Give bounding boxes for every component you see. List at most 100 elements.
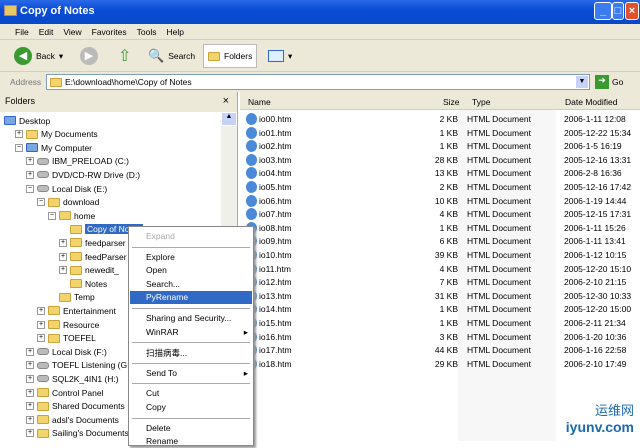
context-menu-item[interactable]: Send To ▸ [130, 367, 252, 380]
expand-icon[interactable]: + [37, 306, 45, 315]
menu-favorites[interactable]: Favorites [87, 24, 132, 37]
go-button[interactable]: ➜ Go [595, 75, 623, 89]
views-button[interactable]: ▾ [268, 44, 292, 68]
tree-item[interactable]: + Local Disk (F:) [26, 345, 107, 358]
context-menu-item[interactable]: Open [130, 264, 252, 277]
tree-item[interactable]: + TOEFEL [37, 332, 96, 345]
file-row[interactable]: io11.htm 4 KB HTML Document 2005-12-20 15:1… [240, 262, 640, 277]
file-row[interactable]: io15.htm 1 KB HTML Document 2006-2-11 21:34 [240, 317, 640, 331]
menu-help[interactable]: Help [161, 24, 188, 37]
tree-item[interactable]: + feedParser [59, 250, 127, 263]
tree-item[interactable]: + IBM_PRELOAD (C:) [26, 155, 129, 168]
context-menu-item[interactable]: PyRename [130, 291, 252, 305]
file-row[interactable]: io01.htm 1 KB HTML Document 2005-12-22 15:3… [240, 126, 640, 141]
tree-item[interactable]: − My Computer [15, 141, 92, 154]
minimize-button[interactable]: _ [594, 2, 612, 20]
expand-icon[interactable]: + [26, 157, 34, 166]
file-row[interactable]: io18.htm 29 KB HTML Document 2006-2-10 17:4… [240, 357, 640, 372]
tree-item[interactable]: + Control Panel [26, 386, 104, 399]
tree-item[interactable]: + Shared Documents [26, 400, 125, 413]
menu-view[interactable]: View [58, 24, 86, 37]
tree-item[interactable]: + Sailing's Documents [26, 427, 129, 440]
back-button[interactable]: ◀ Back ▾ [14, 44, 63, 68]
tree-item[interactable]: + TOEFL Listening (G:) [26, 359, 132, 372]
expand-icon[interactable]: + [26, 170, 34, 179]
menu-edit[interactable]: Edit [34, 24, 59, 37]
collapse-icon[interactable]: − [37, 198, 45, 207]
file-row[interactable]: io02.htm 1 KB HTML Document 2006-1-5 16:19 [240, 140, 640, 154]
file-row[interactable]: io09.htm 6 KB HTML Document 2006-1-11 13:41 [240, 235, 640, 249]
column-type[interactable]: Type [472, 97, 490, 107]
tree-item[interactable]: + Resource [37, 318, 99, 331]
context-menu-item[interactable]: Rename [130, 435, 252, 448]
expand-icon[interactable]: + [26, 402, 34, 411]
expand-icon[interactable]: + [59, 238, 67, 247]
tree-item[interactable]: + newedit_ [59, 264, 119, 277]
maximize-button[interactable]: □ [612, 2, 624, 20]
close-button[interactable]: × [625, 2, 639, 20]
tree-item[interactable]: + My Documents [15, 128, 98, 141]
file-list: Name Size Type Date Modified io00.htm 2 K… [240, 92, 640, 441]
tree-item[interactable]: + adsl's Documents [26, 413, 119, 426]
file-row[interactable]: io13.htm 31 KB HTML Document 2005-12-30 10:… [240, 289, 640, 304]
menu-tools[interactable]: Tools [132, 24, 162, 37]
expand-icon[interactable]: + [59, 266, 67, 275]
column-date-modified[interactable]: Date Modified [565, 97, 617, 107]
tree-item[interactable]: Notes [59, 277, 107, 290]
expand-icon[interactable]: + [26, 388, 34, 397]
file-row[interactable]: io12.htm 7 KB HTML Document 2006-2-10 21:15 [240, 276, 640, 290]
file-row[interactable]: io04.htm 13 KB HTML Document 2006-2-8 16:36 [240, 167, 640, 181]
column-size[interactable]: Size [443, 97, 460, 107]
context-menu-item[interactable]: 扫描病毒... [130, 346, 252, 359]
file-row[interactable]: io05.htm 2 KB HTML Document 2005-12-16 17:4… [240, 181, 640, 195]
forward-button[interactable]: ▶ [80, 44, 98, 68]
file-row[interactable]: io08.htm 1 KB HTML Document 2006-1-11 15:26 [240, 221, 640, 236]
context-menu-item[interactable]: Sharing and Security... [130, 312, 252, 325]
collapse-icon[interactable]: − [48, 211, 56, 220]
address-input[interactable]: E:\download\home\Copy of Notes ▼ [46, 74, 590, 90]
close-pane-button[interactable]: × [223, 95, 229, 107]
tree-item[interactable]: + DVD/CD-RW Drive (D:) [26, 168, 140, 181]
file-row[interactable]: io17.htm 44 KB HTML Document 2006-1-16 22:5… [240, 344, 640, 358]
expand-icon[interactable]: + [37, 334, 45, 343]
tree-item[interactable]: + feedparser [59, 236, 126, 249]
tree-item[interactable]: + SQL2K_4IN1 (H:) [26, 372, 119, 385]
expand-icon[interactable]: + [26, 374, 34, 383]
tree-item[interactable]: − Local Disk (E:) [26, 182, 107, 195]
context-menu-item[interactable]: Expand [130, 230, 252, 243]
context-menu-item[interactable]: Copy [130, 401, 252, 414]
expand-icon[interactable]: + [26, 415, 34, 424]
collapse-icon[interactable]: − [26, 184, 34, 193]
expand-icon[interactable]: + [26, 429, 34, 438]
column-name[interactable]: Name [248, 97, 271, 107]
context-menu-item[interactable]: Delete [130, 422, 252, 435]
expand-icon[interactable]: + [26, 361, 34, 370]
tree-item[interactable]: + Entertainment [37, 304, 116, 317]
search-button[interactable]: 🔍 Search [148, 44, 195, 68]
tree-item[interactable]: Temp [48, 291, 95, 304]
tree-item[interactable]: − home [48, 209, 95, 222]
file-row[interactable]: io16.htm 3 KB HTML Document 2006-1-20 10:36 [240, 330, 640, 345]
folders-button[interactable]: Folders [203, 44, 258, 68]
file-row[interactable]: io06.htm 10 KB HTML Document 2006-1-19 14:4… [240, 194, 640, 209]
expand-icon[interactable]: + [37, 320, 45, 329]
file-row[interactable]: io14.htm 1 KB HTML Document 2005-12-20 15:0… [240, 303, 640, 317]
context-menu-item[interactable]: Explore [130, 251, 252, 264]
address-dropdown-icon[interactable]: ▼ [576, 76, 588, 88]
file-row[interactable]: io00.htm 2 KB HTML Document 2006-1-11 12:08 [240, 113, 640, 127]
menu-file[interactable]: File [10, 24, 34, 37]
up-button[interactable]: ⇧ [118, 44, 131, 68]
tree-item[interactable]: − download [37, 196, 99, 209]
expand-icon[interactable]: + [15, 130, 23, 139]
expand-icon[interactable]: + [26, 347, 34, 356]
context-menu-item[interactable]: Cut [130, 387, 252, 400]
tree-item[interactable]: Desktop [4, 114, 50, 127]
scroll-up-icon[interactable]: ▲ [221, 112, 237, 126]
file-row[interactable]: io10.htm 39 KB HTML Document 2006-1-12 10:1… [240, 249, 640, 263]
expand-icon[interactable]: + [59, 252, 67, 261]
collapse-icon[interactable]: − [15, 143, 23, 152]
context-menu-item[interactable]: WinRAR ▸ [130, 326, 252, 339]
file-row[interactable]: io07.htm 4 KB HTML Document 2005-12-15 17:3… [240, 208, 640, 222]
file-row[interactable]: io03.htm 28 KB HTML Document 2005-12-16 13:… [240, 153, 640, 168]
context-menu-item[interactable]: Search... [130, 278, 252, 291]
